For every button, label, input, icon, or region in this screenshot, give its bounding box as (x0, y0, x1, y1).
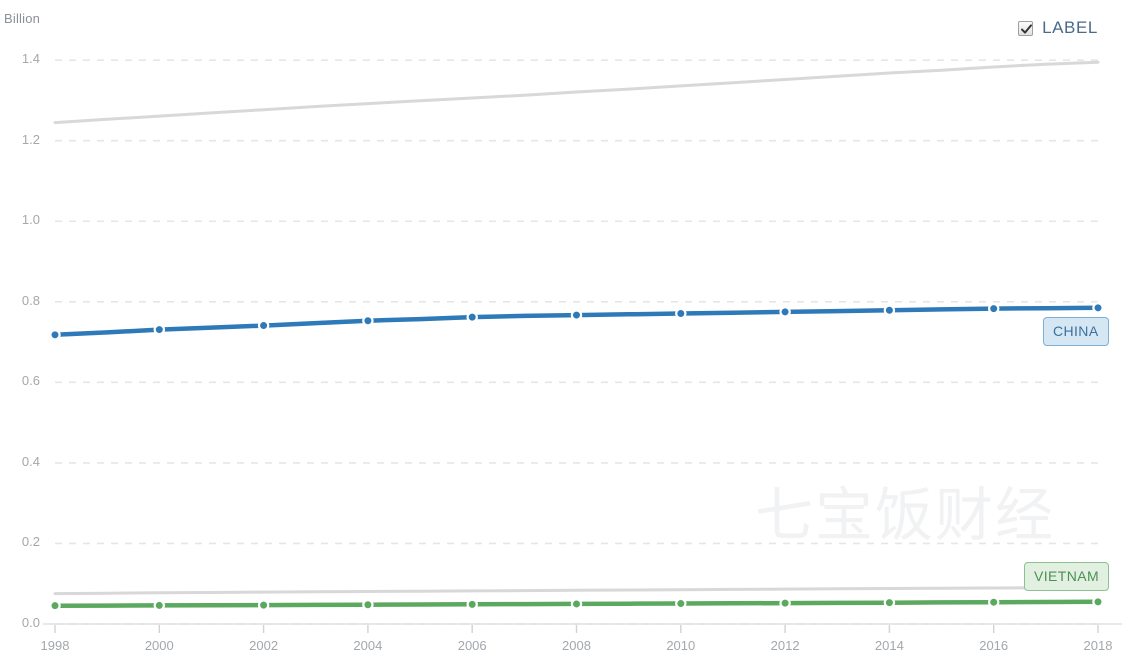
x-axis-tick-label: 2014 (874, 638, 904, 653)
data-point (675, 307, 687, 320)
y-axis-tick-label: 1.4 (21, 51, 40, 67)
data-point (570, 598, 583, 610)
data-point (49, 599, 61, 612)
series-line-china_total_reference (53, 60, 1100, 125)
data-point (466, 311, 478, 323)
series-label-vietnam[interactable]: VIETNAM (1024, 561, 1110, 591)
data-point (675, 597, 687, 610)
x-axis-tick-label: 2002 (249, 638, 279, 653)
x-axis-tick-label: 2012 (770, 638, 800, 653)
y-axis-tick-label: 1.2 (21, 131, 40, 147)
data-point (883, 596, 896, 609)
data-point (779, 306, 791, 318)
data-point (49, 329, 61, 341)
x-axis-tick-label: 2016 (979, 638, 1009, 653)
data-point (466, 598, 478, 611)
data-point (257, 599, 270, 611)
x-axis-tick-label: 2010 (666, 638, 696, 653)
y-axis-tick-label: 0.2 (21, 534, 40, 550)
y-axis-tick-label: 0.6 (21, 373, 40, 389)
plot-area (43, 59, 1122, 633)
x-axis-tick-label: 2018 (1083, 638, 1113, 653)
data-point (988, 302, 1000, 315)
data-point (257, 319, 270, 332)
x-axis-tick-label: 2006 (457, 638, 487, 653)
series-line-vietnam_total_reference (53, 586, 1100, 596)
data-point (153, 599, 165, 612)
x-axis-tick-label: 2000 (144, 638, 174, 653)
data-point (153, 323, 165, 336)
data-point (362, 315, 374, 327)
x-axis-tick-label: 2008 (562, 638, 591, 653)
x-axis-tick-label: 2004 (353, 638, 383, 653)
data-point (1092, 302, 1104, 314)
y-axis-tick-label: 0.8 (21, 292, 40, 308)
population-line-chart: Billion LABEL 七宝饭财经 0.0 0.2 0.4 0.6 0.8 1.0 1.… (0, 0, 1132, 661)
data-point (779, 597, 791, 609)
data-point (570, 309, 583, 321)
y-axis-tick-label: 0.0 (21, 615, 40, 630)
x-axis-tick-label: 1998 (40, 638, 70, 653)
data-point (1092, 596, 1104, 608)
data-point (362, 599, 374, 611)
data-point (883, 304, 896, 316)
series-label-china[interactable]: CHINA (1043, 316, 1109, 346)
y-axis-tick-label: 1.0 (21, 212, 40, 228)
y-axis-tick-label: 0.4 (21, 453, 40, 469)
data-point (988, 596, 1000, 608)
